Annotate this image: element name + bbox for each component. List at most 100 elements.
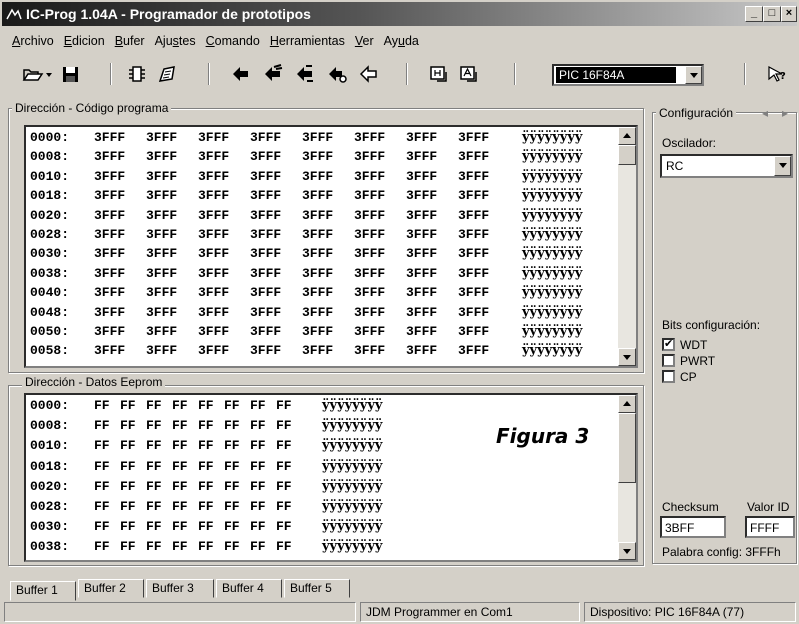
row-word[interactable]: 3FFF <box>198 227 250 242</box>
row-word[interactable]: 3FFF <box>146 208 198 223</box>
config-next-arrow[interactable]: ▸ <box>782 106 788 120</box>
row-word[interactable]: 3FFF <box>146 343 198 358</box>
eeprom-row[interactable]: 0008: FF FF FF FF FF FF FF FF ÿÿÿÿÿÿÿÿ <box>30 418 382 433</box>
eeprom-row[interactable]: 0010: FF FF FF FF FF FF FF FF ÿÿÿÿÿÿÿÿ <box>30 438 382 453</box>
row-byte[interactable]: FF <box>276 519 302 534</box>
row-word[interactable]: 3FFF <box>302 149 354 164</box>
row-word[interactable]: 3FFF <box>458 169 510 184</box>
row-word[interactable]: 3FFF <box>94 130 146 145</box>
row-byte[interactable]: FF <box>224 499 250 514</box>
row-word[interactable]: 3FFF <box>458 305 510 320</box>
row-word[interactable]: 3FFF <box>458 149 510 164</box>
row-word[interactable]: 3FFF <box>406 227 458 242</box>
tab-buffer-3[interactable]: Buffer 3 <box>146 579 214 598</box>
row-word[interactable]: 3FFF <box>302 246 354 261</box>
chevron-down-icon[interactable] <box>774 156 791 176</box>
menu-ayuda[interactable]: Ayuda <box>380 34 425 52</box>
row-byte[interactable]: FF <box>94 438 120 453</box>
program-row[interactable]: 0010: 3FFF 3FFF 3FFF 3FFF 3FFF 3FFF 3FFF 3FFF ÿÿÿ… <box>30 169 582 184</box>
row-byte[interactable]: FF <box>120 539 146 554</box>
row-word[interactable]: 3FFF <box>198 246 250 261</box>
row-word[interactable]: 3FFF <box>94 285 146 300</box>
row-byte[interactable]: FF <box>250 539 276 554</box>
row-word[interactable]: 3FFF <box>458 343 510 358</box>
row-word[interactable]: 3FFF <box>198 305 250 320</box>
row-byte[interactable]: FF <box>250 418 276 433</box>
program-row[interactable]: 0028: 3FFF 3FFF 3FFF 3FFF 3FFF 3FFF 3FFF 3FFF ÿÿÿ… <box>30 227 582 242</box>
row-byte[interactable]: FF <box>120 499 146 514</box>
row-byte[interactable]: FF <box>276 418 302 433</box>
row-word[interactable]: 3FFF <box>302 169 354 184</box>
view-ascii-icon[interactable] <box>458 64 480 84</box>
row-word[interactable]: 3FFF <box>94 246 146 261</box>
row-byte[interactable]: FF <box>198 438 224 453</box>
row-word[interactable]: 3FFF <box>406 343 458 358</box>
row-word[interactable]: 3FFF <box>354 266 406 281</box>
row-word[interactable]: 3FFF <box>94 188 146 203</box>
row-byte[interactable]: FF <box>172 418 198 433</box>
row-byte[interactable]: FF <box>198 459 224 474</box>
program-row[interactable]: 0058: 3FFF 3FFF 3FFF 3FFF 3FFF 3FFF 3FFF 3FFF ÿÿÿ… <box>30 343 582 358</box>
row-word[interactable]: 3FFF <box>94 227 146 242</box>
row-byte[interactable]: FF <box>224 459 250 474</box>
scroll-thumb[interactable] <box>618 145 636 165</box>
row-byte[interactable]: FF <box>146 418 172 433</box>
program-row[interactable]: 0000: 3FFF 3FFF 3FFF 3FFF 3FFF 3FFF 3FFF 3FFF ÿÿÿ… <box>30 130 582 145</box>
row-byte[interactable]: FF <box>198 519 224 534</box>
title-bar[interactable]: IC-Prog 1.04A - Programador de prototipo… <box>2 2 797 26</box>
row-word[interactable]: 3FFF <box>406 208 458 223</box>
checkbox-pwrt[interactable] <box>662 354 675 367</box>
row-word[interactable]: 3FFF <box>94 169 146 184</box>
tab-buffer-5[interactable]: Buffer 5 <box>284 579 350 598</box>
row-byte[interactable]: FF <box>250 519 276 534</box>
chip-icon[interactable] <box>126 64 148 84</box>
row-word[interactable]: 3FFF <box>146 169 198 184</box>
row-byte[interactable]: FF <box>120 438 146 453</box>
row-word[interactable]: 3FFF <box>146 324 198 339</box>
row-word[interactable]: 3FFF <box>354 188 406 203</box>
row-word[interactable]: 3FFF <box>406 285 458 300</box>
row-byte[interactable]: FF <box>250 398 276 413</box>
row-word[interactable]: 3FFF <box>302 266 354 281</box>
chip-config-icon[interactable] <box>156 64 178 84</box>
program-scrollbar[interactable] <box>618 127 636 366</box>
row-byte[interactable]: FF <box>172 479 198 494</box>
row-word[interactable]: 3FFF <box>250 324 302 339</box>
row-byte[interactable]: FF <box>276 459 302 474</box>
row-byte[interactable]: FF <box>146 539 172 554</box>
row-word[interactable]: 3FFF <box>458 246 510 261</box>
menu-herramientas[interactable]: Herramientas <box>266 34 351 52</box>
row-byte[interactable]: FF <box>172 398 198 413</box>
row-byte[interactable]: FF <box>276 539 302 554</box>
row-word[interactable]: 3FFF <box>94 208 146 223</box>
row-word[interactable]: 3FFF <box>406 305 458 320</box>
row-word[interactable]: 3FFF <box>198 343 250 358</box>
row-word[interactable]: 3FFF <box>146 227 198 242</box>
row-word[interactable]: 3FFF <box>198 285 250 300</box>
scroll-up-icon[interactable] <box>618 395 636 413</box>
row-byte[interactable]: FF <box>94 398 120 413</box>
row-word[interactable]: 3FFF <box>406 266 458 281</box>
row-word[interactable]: 3FFF <box>354 208 406 223</box>
row-byte[interactable]: FF <box>224 479 250 494</box>
row-byte[interactable]: FF <box>146 519 172 534</box>
row-byte[interactable]: FF <box>94 519 120 534</box>
row-word[interactable]: 3FFF <box>146 188 198 203</box>
row-byte[interactable]: FF <box>172 539 198 554</box>
row-word[interactable]: 3FFF <box>406 324 458 339</box>
oscillator-select[interactable]: RC <box>660 154 793 178</box>
row-word[interactable]: 3FFF <box>146 246 198 261</box>
row-byte[interactable]: FF <box>94 459 120 474</box>
row-word[interactable]: 3FFF <box>250 246 302 261</box>
checkbox-cp[interactable] <box>662 370 675 383</box>
row-word[interactable]: 3FFF <box>94 324 146 339</box>
row-word[interactable]: 3FFF <box>302 343 354 358</box>
tab-buffer-1[interactable]: Buffer 1 <box>10 581 76 601</box>
row-byte[interactable]: FF <box>276 479 302 494</box>
menu-edicion[interactable]: Edicion <box>60 34 111 52</box>
row-byte[interactable]: FF <box>120 459 146 474</box>
row-byte[interactable]: FF <box>198 418 224 433</box>
menu-comando[interactable]: Comando <box>202 34 266 52</box>
row-byte[interactable]: FF <box>146 459 172 474</box>
row-word[interactable]: 3FFF <box>406 246 458 261</box>
